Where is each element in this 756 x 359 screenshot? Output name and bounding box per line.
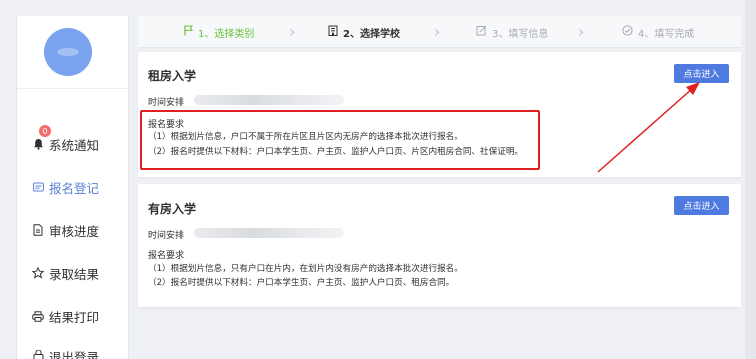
sidebar-item-label: 报名登记 — [49, 180, 100, 196]
enter-button[interactable]: 点击进入 — [674, 64, 729, 83]
document-icon — [31, 223, 45, 237]
check-circle-icon — [622, 25, 633, 39]
flag-icon — [184, 25, 193, 39]
step-label: 3、填写信息 — [492, 28, 549, 40]
sidebar-item-label: 结果打印 — [49, 309, 100, 325]
notification-badge: 0 — [39, 125, 51, 137]
step-complete: 4、填写完成 — [622, 16, 694, 48]
avatar[interactable] — [44, 28, 92, 76]
sidebar: 0 系统通知 报名登记 审核进度 录取结果 结果打印 退出登录 — [16, 16, 129, 359]
enter-button[interactable]: 点击进入 — [674, 196, 729, 215]
sidebar-item-label: 录取结果 — [49, 266, 100, 282]
card-title: 租房入学 — [148, 69, 197, 83]
property-admission-card: 有房入学 时间安排 报名要求 （1）根据划片信息，只有户口在片内，在划片内没有房… — [138, 184, 741, 307]
requirement-line: （2）报名时提供以下材料：户口本学生页、户主页、监护人户口页、租房合同。 — [148, 278, 455, 288]
redacted-time-value — [194, 95, 344, 105]
school-icon — [328, 25, 338, 39]
printer-icon — [31, 309, 45, 323]
step-select-category: 1、选择类别 — [184, 16, 254, 48]
sidebar-item-registration[interactable]: 报名登记 — [17, 172, 130, 202]
sidebar-item-label: 系统通知 — [49, 137, 100, 153]
step-label: 1、选择类别 — [198, 28, 255, 40]
edit-icon — [476, 25, 487, 39]
sidebar-item-notifications[interactable]: 0 系统通知 — [17, 125, 130, 159]
chevron-right-icon: › — [289, 22, 296, 41]
star-icon — [31, 266, 45, 280]
sidebar-item-label: 退出登录 — [49, 349, 100, 359]
sidebar-item-admission-result[interactable]: 录取结果 — [17, 258, 130, 288]
sidebar-item-label: 审核进度 — [49, 223, 100, 239]
requirement-line: （1）根据划片信息，只有户口在片内，在划片内没有房产的选择本批次进行报名。 — [148, 264, 463, 274]
form-icon — [31, 180, 45, 194]
time-schedule-label: 时间安排 — [148, 231, 185, 241]
redacted-time-value — [194, 228, 344, 238]
bell-icon — [31, 137, 45, 151]
chevron-right-icon: › — [434, 22, 441, 41]
sidebar-item-logout[interactable]: 退出登录 — [17, 341, 130, 359]
annotation-highlight-box — [140, 110, 540, 170]
requirements-title: 报名要求 — [148, 251, 185, 261]
step-select-school: 2、选择学校 — [328, 16, 400, 48]
steps-bar: 1、选择类别 › 2、选择学校 › 3、填写信息 › 4、填写完成 — [138, 16, 741, 48]
sidebar-item-review-progress[interactable]: 审核进度 — [17, 215, 130, 245]
time-schedule-label: 时间安排 — [148, 98, 185, 108]
step-label: 4、填写完成 — [638, 28, 695, 40]
logout-icon — [31, 349, 45, 359]
step-label: 2、选择学校 — [343, 28, 400, 40]
step-fill-info: 3、填写信息 — [476, 16, 548, 48]
chevron-right-icon: › — [578, 22, 585, 41]
card-title: 有房入学 — [148, 202, 197, 216]
sidebar-item-print-result[interactable]: 结果打印 — [17, 301, 130, 331]
avatar-section — [17, 16, 128, 89]
scroll-edge — [745, 0, 756, 359]
